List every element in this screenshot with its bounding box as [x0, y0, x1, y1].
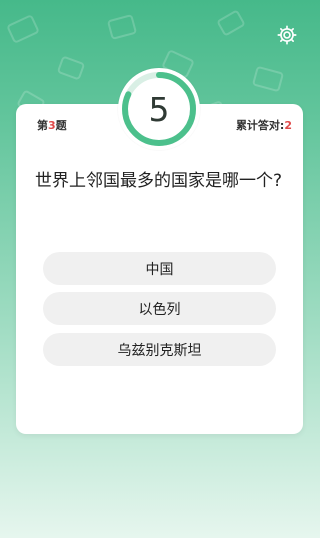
- answer-option-label: 以色列: [138, 301, 181, 318]
- correct-count: 累计答对:2: [236, 117, 292, 133]
- gear-icon[interactable]: [276, 24, 298, 46]
- correct-count-value: 2: [284, 119, 292, 132]
- answer-option-label: 中国: [145, 261, 174, 278]
- answer-option-2[interactable]: 以色列: [43, 292, 276, 325]
- timer-value: 5: [148, 89, 170, 129]
- question-text: 世界上邻国最多的国家是哪一个?: [35, 171, 283, 191]
- question-number: 第3题: [37, 117, 67, 133]
- correct-count-label: 累计答对:: [235, 119, 285, 132]
- question-number-suffix: 题: [55, 119, 67, 132]
- question-number-prefix: 第: [37, 119, 48, 132]
- question-number-value: 3: [48, 119, 56, 132]
- answer-option-1[interactable]: 中国: [43, 252, 276, 285]
- countdown-timer: 5: [118, 68, 200, 150]
- answer-option-3[interactable]: 乌兹别克斯坦: [43, 333, 276, 366]
- answer-option-label: 乌兹别克斯坦: [117, 342, 202, 359]
